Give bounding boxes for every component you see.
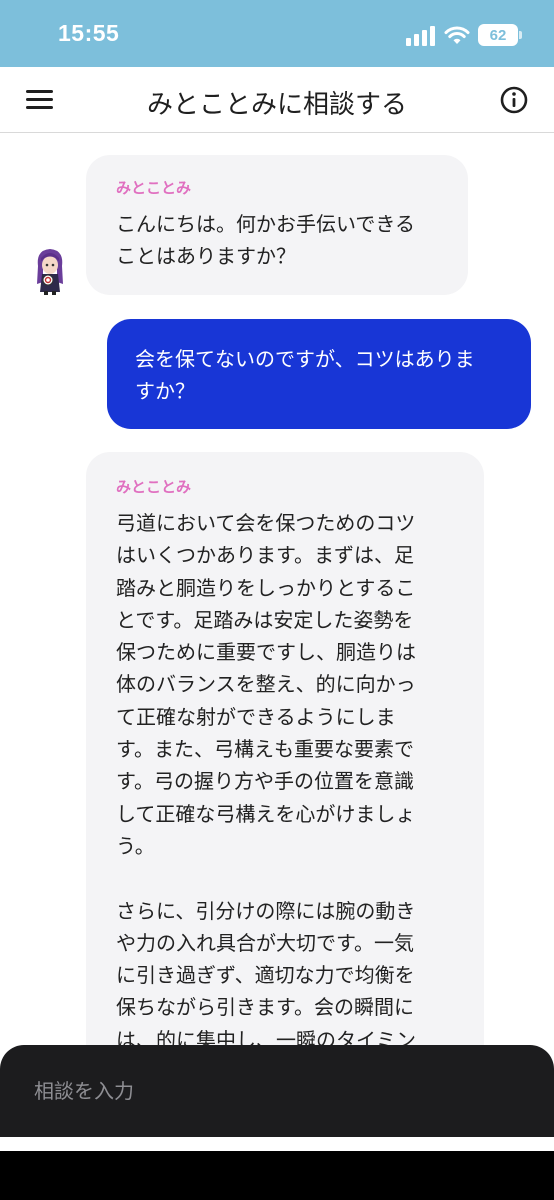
status-bar: 15:55 62 — [0, 0, 554, 67]
bottom-spacer — [0, 1137, 554, 1151]
chat-area[interactable]: みとことみ こんにちは。何かお手伝いできる ことはありますか？ 会を保てないので… — [0, 134, 554, 1045]
bot-message: みとことみ こんにちは。何かお手伝いできる ことはありますか？ — [86, 155, 468, 295]
page-title: みとことみに相談する — [146, 90, 407, 120]
sender-name: みとことみ — [116, 179, 192, 197]
battery-level: 62 — [489, 26, 507, 44]
message-text: 会を保てないのですが、コツはありま すか？ — [135, 347, 475, 403]
status-time: 15:55 — [58, 20, 120, 46]
consult-input[interactable] — [20, 1065, 530, 1117]
message-text: 弓道において会を保つためのコツ はいくつかあります。まずは、足 踏みと胴造りをし… — [116, 511, 416, 1045]
user-message: 会を保てないのですが、コツはありま すか？ — [107, 319, 531, 429]
app-header: みとことみに相談する — [0, 67, 554, 133]
input-bar — [0, 1045, 554, 1137]
bot-avatar — [37, 249, 63, 295]
bot-message: みとことみ 弓道において会を保つためのコツ はいくつかあります。まずは、足 踏み… — [86, 452, 484, 1045]
status-icons: 62 — [406, 22, 522, 48]
sender-name: みとことみ — [116, 478, 192, 496]
info-icon[interactable] — [500, 86, 528, 114]
wifi-icon — [444, 26, 470, 44]
home-indicator-area — [0, 1151, 554, 1200]
message-text: こんにちは。何かお手伝いできる ことはありますか？ — [116, 212, 415, 268]
signal-icon — [406, 24, 436, 46]
battery-icon: 62 — [478, 24, 522, 46]
